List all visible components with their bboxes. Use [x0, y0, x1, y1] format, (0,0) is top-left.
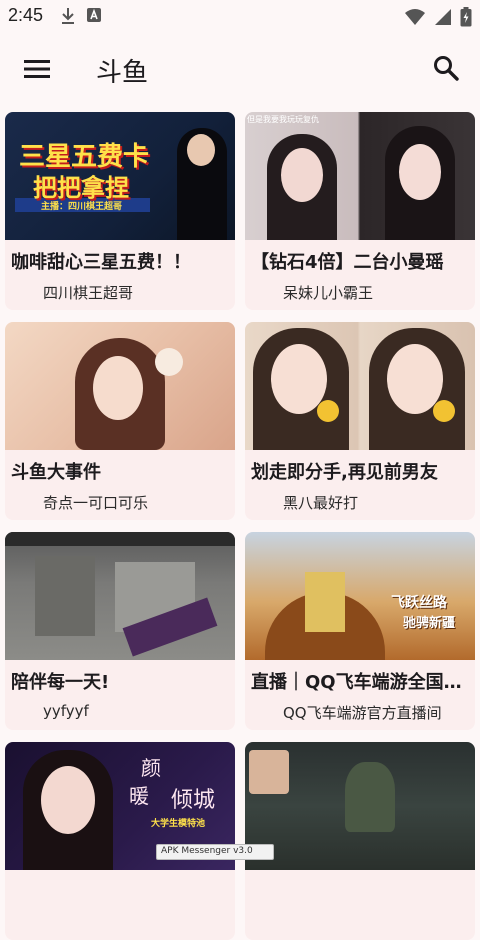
status-time: 2:45 — [8, 5, 44, 25]
toast-message: APK Messenger v3.0 — [156, 844, 274, 860]
thumb-text: 大学生模特池 — [151, 819, 206, 829]
status-bar: 2:45 — [0, 0, 480, 34]
stream-thumbnail: 但是我要我玩玩复仇 — [245, 112, 475, 240]
streamer-name: 奇点一可口可乐 — [43, 494, 149, 512]
stream-card[interactable]: 陪伴每一天! yyfyyf — [5, 532, 235, 730]
stream-card[interactable]: 三星五费卡 把把拿捏 主播：四川棋王超哥 咖啡甜心三星五费！！ 四川棋王超哥 — [5, 112, 235, 310]
stream-thumbnail — [245, 322, 475, 450]
stream-title: 直播｜QQ飞车端游全国… — [251, 672, 462, 693]
thumb-text: 把把拿捏 — [33, 174, 129, 202]
stream-title: 斗鱼大事件 — [11, 462, 101, 483]
signal-icon — [434, 8, 452, 30]
stream-thumbnail — [5, 322, 235, 450]
wifi-icon — [404, 8, 426, 30]
a-letter-icon — [86, 7, 102, 29]
stream-thumbnail: 三星五费卡 把把拿捏 主播：四川棋王超哥 — [5, 112, 235, 240]
thumb-text: 但是我要我玩玩复仇 — [247, 115, 319, 124]
streamer-name: 四川棋王超哥 — [43, 284, 134, 302]
status-left-icons — [60, 7, 102, 29]
thumb-text: 暖 — [129, 784, 149, 808]
thumb-text: 驰骋新疆 — [403, 616, 456, 631]
streamer-name: 黑八最好打 — [283, 494, 359, 512]
stream-title: 咖啡甜心三星五费！！ — [11, 252, 191, 273]
stream-card[interactable] — [245, 742, 475, 940]
stream-card[interactable]: 斗鱼大事件 奇点一可口可乐 — [5, 322, 235, 520]
thumb-text: 主播：四川棋王超哥 — [41, 202, 123, 212]
stream-title: 【钻石4倍】二台小曼瑶 — [251, 252, 444, 273]
thumb-text: 飞跃丝路 — [391, 595, 447, 611]
streamer-name: QQ飞车端游官方直播间 — [283, 704, 442, 722]
stream-thumbnail — [5, 532, 235, 660]
search-icon — [433, 55, 459, 85]
app-bar: 斗鱼 — [0, 34, 480, 106]
search-button[interactable] — [428, 52, 464, 88]
thumb-text: 倾城 — [171, 788, 216, 813]
stream-card[interactable]: 飞跃丝路 驰骋新疆 直播｜QQ飞车端游全国… QQ飞车端游官方直播间 — [245, 532, 475, 730]
stream-card[interactable]: 划走即分手,再见前男友 黑八最好打 — [245, 322, 475, 520]
battery-charging-icon — [460, 7, 472, 31]
stream-thumbnail: 飞跃丝路 驰骋新疆 — [245, 532, 475, 660]
hamburger-menu-icon — [24, 59, 50, 83]
status-right-icons — [404, 7, 472, 31]
stream-title: 划走即分手,再见前男友 — [251, 462, 438, 483]
stream-thumbnail — [245, 742, 475, 870]
streamer-name: yyfyyf — [43, 702, 89, 720]
download-icon — [60, 7, 76, 29]
streamer-name: 呆妹儿小霸王 — [283, 284, 374, 302]
stream-title: 陪伴每一天! — [11, 672, 110, 693]
menu-button[interactable] — [20, 54, 54, 88]
page-title: 斗鱼 — [96, 58, 149, 88]
stream-card[interactable]: 颜 暖 倾城 大学生模特池 — [5, 742, 235, 940]
stream-card[interactable]: 但是我要我玩玩复仇 【钻石4倍】二台小曼瑶 呆妹儿小霸王 — [245, 112, 475, 310]
thumb-text: 颜 — [141, 756, 161, 780]
